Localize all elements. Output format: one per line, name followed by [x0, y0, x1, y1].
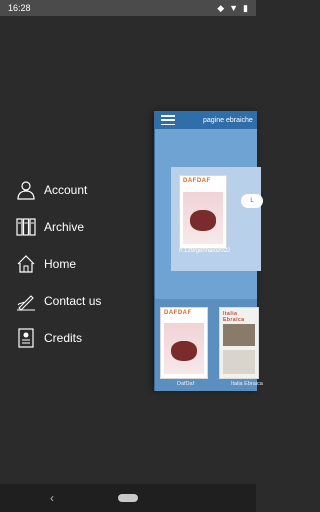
- credits-icon: [16, 328, 36, 348]
- thumb-logo: DAFDAF: [164, 310, 192, 316]
- issues-strip: DAFDAF DafDaf Italia Ebraica Italia Ebra…: [155, 299, 263, 391]
- thumb-header: DAFDAF: [161, 308, 207, 322]
- issue-thumb-dafdaf[interactable]: DAFDAF: [160, 307, 208, 379]
- status-icons: ◆ ▼ ▮: [217, 2, 248, 13]
- home-icon: [16, 254, 36, 274]
- issue-thumb-dafdaf-label: DafDaf: [177, 381, 195, 387]
- menu-item-archive-label: Archive: [44, 220, 85, 234]
- menu-item-credits[interactable]: Credits: [16, 324, 136, 352]
- navigation-drawer: Account Archive Home Contact us Credits: [0, 16, 263, 484]
- menu-item-home-label: Home: [44, 257, 77, 271]
- featured-issue-cover[interactable]: DAFDAF: [179, 175, 227, 249]
- user-icon: [16, 180, 36, 200]
- location-icon: ◆: [217, 2, 225, 13]
- battery-icon: ▮: [243, 2, 248, 13]
- menu-item-contact-label: Contact us: [44, 294, 102, 308]
- app-title: pagine ebraiche: [203, 116, 253, 124]
- menu-item-account[interactable]: Account: [16, 176, 136, 204]
- status-time: 16:28: [8, 3, 31, 13]
- status-bar: 16:28 ◆ ▼ ▮: [0, 0, 256, 16]
- archive-icon: [16, 217, 36, 237]
- menu-item-archive[interactable]: Archive: [16, 213, 136, 241]
- thumb-dish: [171, 341, 197, 362]
- thumb-text-block: [223, 350, 255, 374]
- menu-item-home[interactable]: Home: [16, 250, 136, 278]
- contact-icon: [16, 291, 36, 311]
- cover-logo: DAFDAF: [183, 178, 211, 184]
- featured-issue-caption: n.129/gennaio2022: [179, 248, 231, 254]
- cover-image: [183, 191, 223, 244]
- menu-item-account-label: Account: [44, 183, 88, 197]
- cover-dish: [190, 210, 216, 231]
- menu-item-contact[interactable]: Contact us: [16, 287, 136, 315]
- issue-thumb-italia-ebraica[interactable]: Italia Ebraica: [219, 307, 259, 379]
- home-gesture-pill[interactable]: [118, 494, 138, 502]
- app-preview-panel[interactable]: pagine ebraiche DAFDAF n.129/gennaio2022…: [154, 111, 263, 391]
- issue-thumb-italia-label: Italia Ebraica: [231, 381, 263, 387]
- thumb-logo-italia: Italia Ebraica: [223, 311, 245, 323]
- download-button[interactable]: L: [241, 194, 263, 208]
- hamburger-menu-icon[interactable]: [161, 115, 175, 125]
- featured-issue-card[interactable]: DAFDAF: [171, 167, 261, 271]
- app-header: pagine ebraiche: [155, 111, 257, 129]
- menu-item-credits-label: Credits: [44, 331, 83, 345]
- thumb-photo: [223, 324, 255, 346]
- wifi-icon: ▼: [229, 2, 239, 13]
- system-nav-bar: ‹: [0, 484, 256, 512]
- cover-header: DAFDAF: [180, 176, 226, 191]
- thumb-image: [164, 323, 204, 374]
- back-arrow-icon[interactable]: ‹: [50, 491, 54, 505]
